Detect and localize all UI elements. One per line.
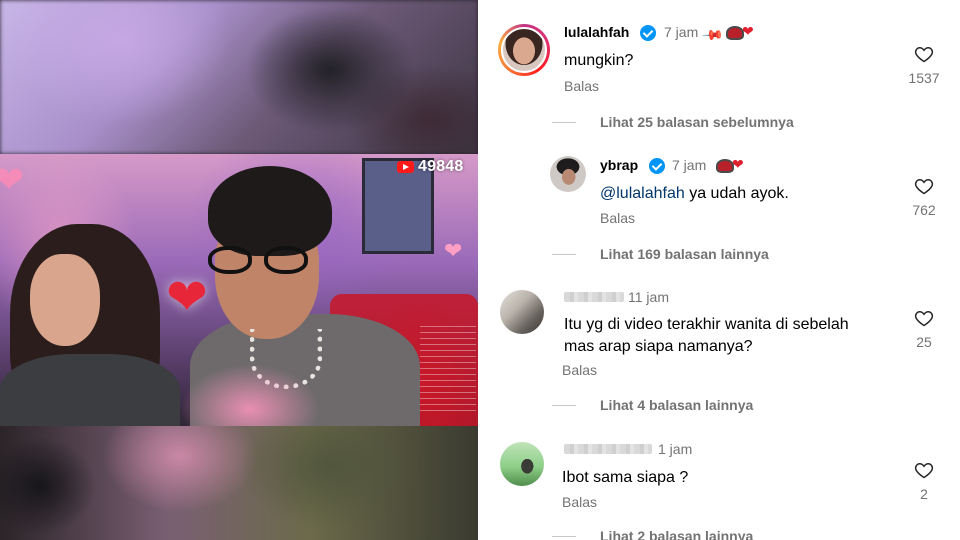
like-button[interactable]: 25 (904, 308, 944, 350)
view-more-replies[interactable]: Lihat 4 balasan lainnya (552, 397, 753, 413)
live-viewer-count: 49848 (418, 158, 464, 175)
divider-line (552, 121, 576, 123)
car-heart-icon: ❤ (716, 157, 746, 174)
stream-chat-overlay (420, 326, 476, 416)
comment-text: Ibot sama siapa ? (562, 469, 689, 486)
like-count: 762 (912, 202, 936, 218)
woman-face (30, 254, 100, 346)
redacted-username (564, 444, 652, 454)
divider-line (552, 404, 576, 406)
view-previous-replies[interactable]: Lihat 25 balasan sebelumnya (552, 114, 794, 130)
reply-username[interactable]: ybrap (600, 157, 638, 173)
view-more-label: Lihat 169 balasan lainnya (600, 246, 769, 262)
like-count: 25 (916, 334, 932, 350)
view-more-replies[interactable]: Lihat 2 balasan lainnya (552, 528, 753, 540)
comment-time: 1 jam (658, 441, 693, 457)
comments-panel[interactable]: lulalahfah 7 jam 📌 ❤ mungkin? Balas 1537… (478, 0, 960, 540)
avatar[interactable] (500, 442, 544, 486)
heart-outline-icon (914, 310, 934, 327)
video-frame[interactable]: ❤ ❤ ❤ (0, 154, 478, 426)
man-hair (208, 166, 332, 256)
view-more-label: Lihat 4 balasan lainnya (600, 397, 754, 413)
divider-line (552, 253, 576, 255)
verified-badge-icon (649, 158, 665, 174)
reply-text: @lulalahfah ya udah ayok. (600, 183, 789, 205)
avatar[interactable] (498, 24, 550, 76)
reply-body: ya udah ayok. (684, 185, 789, 202)
reply-button[interactable]: Balas (600, 210, 635, 226)
comment-time: 7 jam (664, 24, 699, 40)
reply-button[interactable]: Balas (562, 362, 597, 378)
like-count: 1537 (908, 70, 940, 86)
view-more-label: Lihat 2 balasan lainnya (600, 528, 754, 540)
verified-badge-icon (640, 25, 656, 41)
heart-outline-icon (914, 178, 934, 195)
like-button[interactable]: 762 (904, 176, 944, 218)
like-count: 2 (920, 486, 928, 502)
view-more-replies[interactable]: Lihat 169 balasan lainnya (552, 246, 769, 262)
live-viewers-badge: 49848 (397, 158, 464, 176)
post-media[interactable]: ❤ ❤ ❤ 49848 (0, 0, 478, 540)
reply-button[interactable]: Balas (564, 78, 599, 94)
pin-icon: 📌 (701, 23, 725, 47)
mention-link[interactable]: @lulalahfah (600, 185, 685, 202)
blurred-background-top (0, 0, 478, 154)
comment-text-line2: mas arap siapa namanya? (564, 338, 753, 355)
heart-sticker-small-icon: ❤ (444, 238, 463, 263)
blurred-background-bottom (0, 426, 478, 540)
car-heart-icon: ❤ (726, 24, 756, 41)
like-button[interactable]: 2 (904, 460, 944, 502)
youtube-icon (397, 161, 414, 173)
heart-sticker-left-icon: ❤ (0, 159, 25, 200)
avatar[interactable] (500, 290, 544, 334)
heart-sticker-icon: ❤ (166, 269, 208, 325)
redacted-username (564, 292, 624, 302)
woman-body (0, 354, 180, 426)
comment-time: 11 jam (628, 289, 669, 305)
view-previous-label: Lihat 25 balasan sebelumnya (600, 114, 794, 130)
comment-text-line1: Itu yg di video terakhir wanita di sebel… (564, 316, 849, 333)
glasses (208, 246, 312, 276)
like-button[interactable]: 1537 (904, 44, 944, 86)
comment-text: mungkin? (564, 52, 634, 69)
avatar[interactable] (550, 156, 586, 192)
reply-time: 7 jam (672, 157, 707, 173)
heart-outline-icon (914, 46, 934, 63)
comment-username[interactable]: lulalahfah (564, 24, 629, 40)
heart-outline-icon (914, 462, 934, 479)
divider-line (552, 535, 576, 537)
reply-button[interactable]: Balas (562, 494, 597, 510)
